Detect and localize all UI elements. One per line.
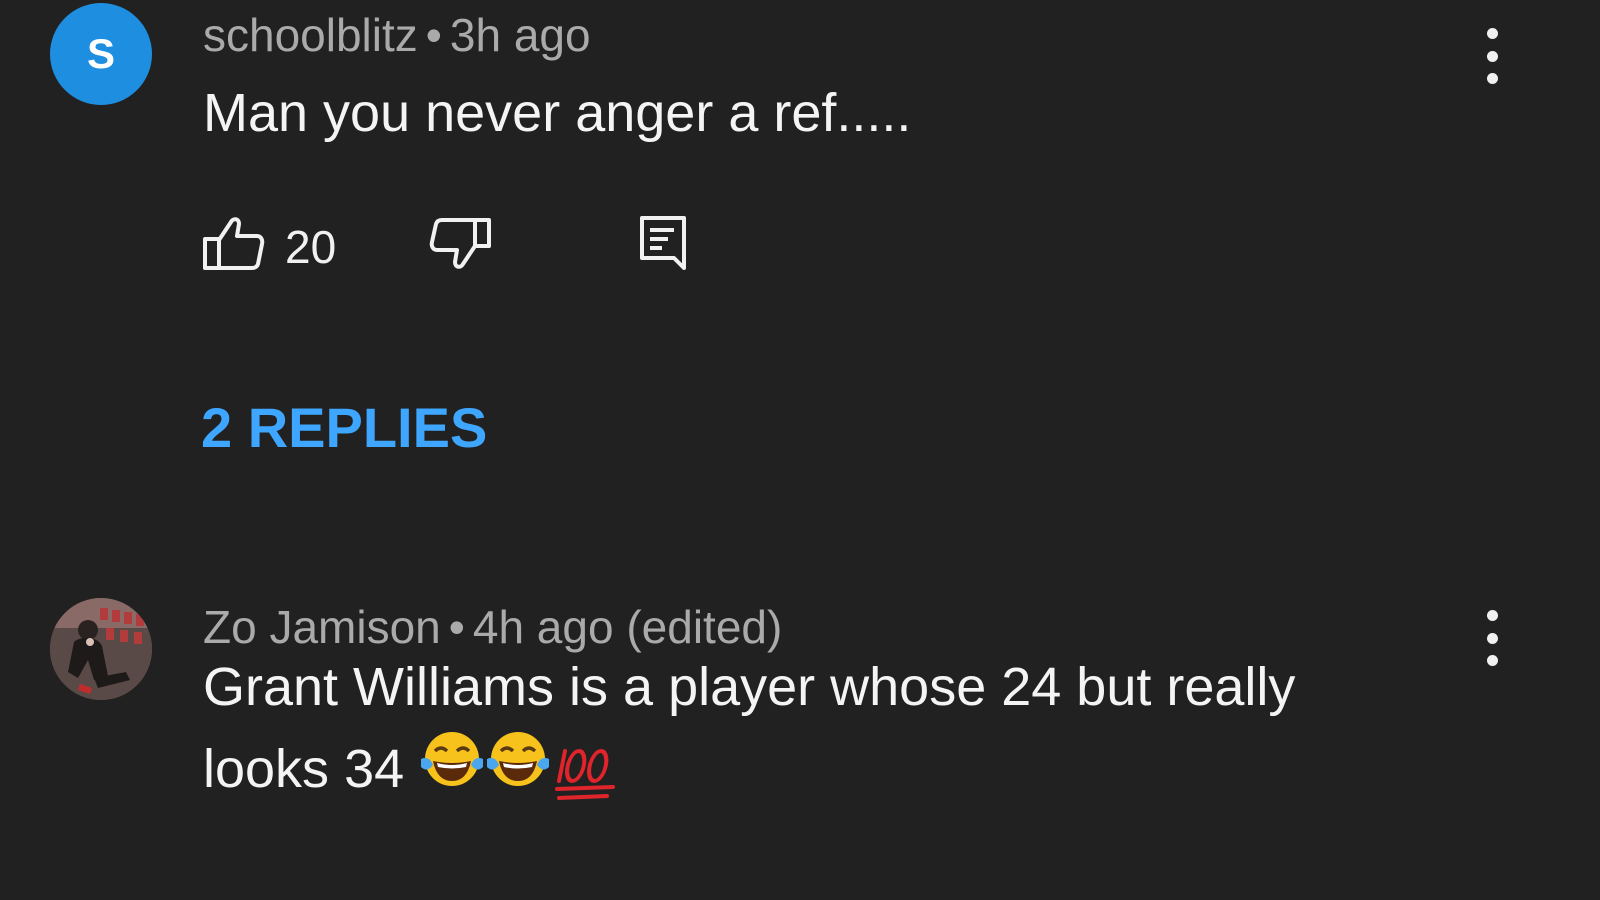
view-replies-button[interactable]: 2 REPLIES — [201, 395, 487, 460]
comment-text: Grant Williams is a player whose 24 but … — [203, 646, 1295, 816]
dislike-button[interactable] — [429, 216, 491, 279]
avatar[interactable]: S — [50, 3, 152, 105]
like-count: 20 — [285, 221, 337, 273]
tears-of-joy-emoji-icon — [419, 729, 485, 816]
comment-text: Man you never anger a ref..... — [203, 83, 912, 143]
comment-text-line-2: looks 34 — [203, 728, 1295, 816]
avatar-photo — [50, 598, 152, 700]
comment-text-line: looks 34 — [203, 739, 405, 799]
reply-icon — [640, 216, 686, 270]
more-vert-icon[interactable] — [1482, 28, 1502, 84]
comment-thread: Zo Jamison • 4h ago (edited) Grant William… — [0, 580, 1600, 900]
thumbs-up-icon — [203, 217, 265, 270]
meta-separator: • — [425, 9, 442, 61]
hundred-points-emoji-icon — [551, 741, 619, 805]
avatar[interactable] — [50, 598, 152, 700]
tears-of-joy-emoji-icon — [485, 729, 551, 816]
like-button[interactable] — [203, 214, 265, 277]
more-vert-icon[interactable] — [1482, 610, 1502, 666]
comment-meta: schoolblitz • 3h ago — [203, 8, 591, 62]
thumbs-down-icon — [429, 218, 491, 269]
author-name[interactable]: schoolblitz — [203, 9, 418, 61]
comment-thread: S schoolblitz • 3h ago Man you never anger… — [0, 0, 1600, 560]
avatar-letter: S — [86, 30, 115, 77]
comment-time: 3h ago — [449, 9, 591, 61]
reply-button[interactable] — [638, 214, 690, 277]
comment-text-line: Grant Williams is a player whose 24 but … — [203, 657, 1296, 717]
